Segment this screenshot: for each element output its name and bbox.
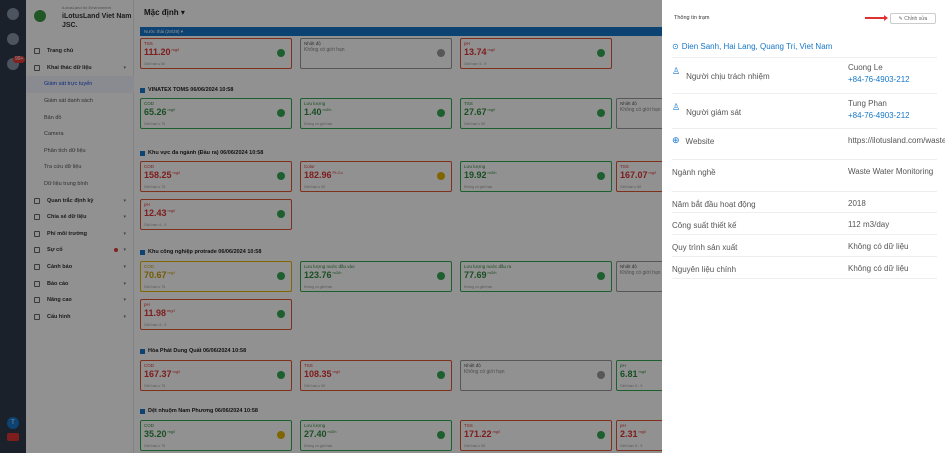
info-key: ♙ Người giám sát	[672, 102, 742, 117]
info-row: Ngành nghề Waste Water Monitoring	[672, 160, 937, 192]
info-row: Năm bắt đầu hoạt động 2018	[672, 192, 937, 213]
location-pin-icon: ⊙	[672, 41, 679, 51]
info-key: ⊕ Website	[672, 135, 715, 146]
info-key: ♙ Người chịu trách nhiệm	[672, 66, 770, 81]
modal-overlay[interactable]	[0, 0, 662, 453]
info-row: ♙ Người chịu trách nhiệm Cuong Le +84-76-49…	[672, 58, 937, 94]
user-icon: ♙	[672, 66, 681, 76]
info-key: Nguyên liệu chính	[672, 265, 737, 274]
info-value: 2018	[848, 199, 866, 208]
panel-title: Thông tin trạm	[674, 15, 710, 21]
info-key: Ngành nghề	[672, 168, 716, 177]
red-arrow-annotation	[865, 15, 888, 21]
station-address[interactable]: ⊙ Dien Sanh, Hai Lang, Quang Tri, Viet Na…	[672, 35, 937, 58]
info-key: Năm bắt đầu hoạt động	[672, 200, 756, 209]
phone-link[interactable]: +84-76-4903-212	[848, 111, 910, 120]
info-value: https://ilotusland.com/wastewater/	[848, 136, 945, 145]
info-key: Công suất thiết kế	[672, 221, 737, 230]
user-icon: ♙	[672, 102, 681, 112]
info-value: Waste Water Monitoring	[848, 167, 934, 176]
edit-button[interactable]: ✎ Chỉnh sửa	[890, 13, 936, 24]
info-row: Quy trình sản xuất Không có dữ liệu	[672, 235, 937, 257]
info-value: 112 m3/day	[848, 220, 890, 229]
station-info-panel: Thông tin trạm ✎ Chỉnh sửa ⊙ Dien Sanh, H…	[662, 0, 945, 453]
info-row: Công suất thiết kế 112 m3/day	[672, 213, 937, 235]
info-row: Nguyên liệu chính Không có dữ liệu	[672, 257, 937, 279]
phone-link[interactable]: +84-76-4903-212	[848, 75, 910, 84]
info-value: Cuong Le +84-76-4903-212	[848, 63, 910, 84]
globe-icon: ⊕	[672, 135, 680, 145]
info-value: Không có dữ liệu	[848, 242, 909, 251]
info-row: ⊕Website https://ilotusland.com/wastewate…	[672, 129, 945, 160]
info-row: ♙ Người giám sát Tung Phan +84-76-4903-212	[672, 94, 937, 129]
info-value: Không có dữ liệu	[848, 264, 909, 273]
info-key: Quy trình sản xuất	[672, 243, 738, 252]
info-value: Tung Phan +84-76-4903-212	[848, 99, 910, 120]
